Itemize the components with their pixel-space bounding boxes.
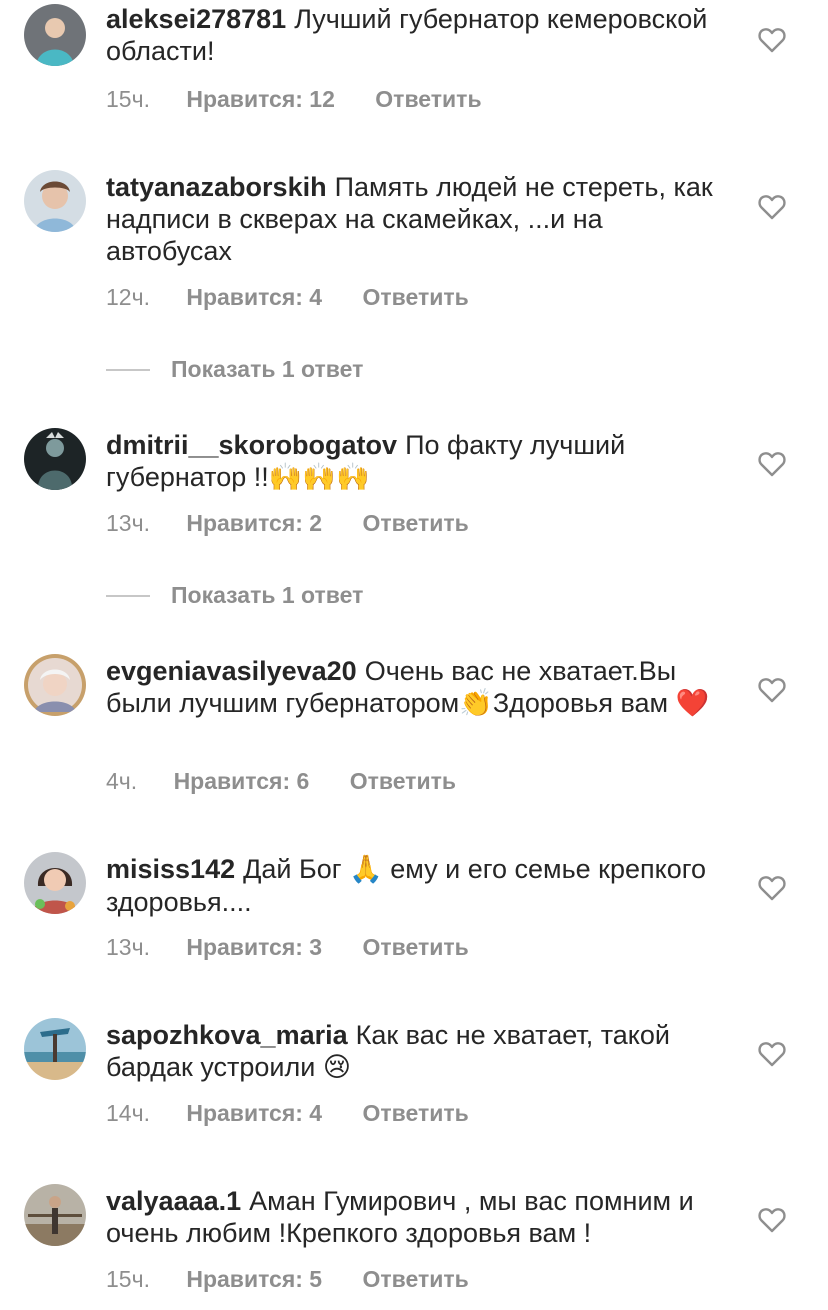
- comment-meta: 15ч. Нравится: 5 Ответить: [106, 1266, 469, 1293]
- comment-meta: 4ч. Нравится: 6 Ответить: [106, 768, 456, 795]
- comment-time: 13ч.: [106, 934, 150, 960]
- show-replies-button[interactable]: Показать 1 ответ: [106, 582, 363, 609]
- reply-button[interactable]: Ответить: [363, 934, 469, 960]
- like-heart-icon[interactable]: [758, 677, 786, 703]
- comment-text: evgeniavasilyeva20 Очень вас не хватает.В…: [106, 655, 736, 720]
- comment-likes[interactable]: Нравится: 6: [174, 768, 310, 794]
- comment-username[interactable]: evgeniavasilyeva20: [106, 656, 357, 686]
- comment-body-continued: Здоровья вам: [492, 688, 669, 718]
- comment-username[interactable]: tatyanazaborskih: [106, 172, 327, 202]
- avatar[interactable]: [24, 428, 86, 490]
- comment-meta: 13ч. Нравится: 2 Ответить: [106, 510, 469, 537]
- comment-meta: 15ч. Нравится: 12 Ответить: [106, 86, 482, 113]
- avatar[interactable]: [24, 1018, 86, 1080]
- raised-hands-emoji: 🙌🙌🙌: [268, 462, 370, 493]
- like-heart-icon[interactable]: [758, 1207, 786, 1233]
- comment-username[interactable]: valyaaaa.1: [106, 1186, 241, 1216]
- reply-button[interactable]: Ответить: [363, 510, 469, 536]
- clapping-hands-emoji: 👏: [459, 688, 493, 719]
- red-heart-emoji: ❤️: [675, 688, 710, 719]
- avatar[interactable]: [24, 170, 86, 232]
- reply-button[interactable]: Ответить: [350, 768, 456, 794]
- show-replies-button[interactable]: Показать 1 ответ: [106, 356, 363, 383]
- comment-likes[interactable]: Нравится: 12: [186, 86, 335, 112]
- replies-divider: [106, 368, 150, 371]
- like-heart-icon[interactable]: [758, 451, 786, 477]
- comment-likes[interactable]: Нравится: 5: [186, 1266, 322, 1292]
- like-heart-icon[interactable]: [758, 1041, 786, 1067]
- folded-hands-emoji: 🙏: [349, 854, 383, 885]
- like-heart-icon[interactable]: [758, 194, 786, 220]
- comment-body: Дай Бог: [243, 854, 342, 884]
- reply-button[interactable]: Ответить: [363, 1100, 469, 1126]
- show-replies-label: Показать 1 ответ: [171, 582, 364, 608]
- comment-username[interactable]: aleksei278781: [106, 4, 286, 34]
- comment-time: 13ч.: [106, 510, 150, 536]
- comment-text: sapozhkova_maria Как вас не хватает, тако…: [106, 1019, 736, 1084]
- avatar[interactable]: [24, 4, 86, 66]
- comment-text: misiss142 Дай Бог 🙏 ему и его семье крепк…: [106, 853, 736, 918]
- comment-likes[interactable]: Нравится: 2: [186, 510, 322, 536]
- avatar[interactable]: [24, 1184, 86, 1246]
- comment-text: tatyanazaborskih Память людей не стереть,…: [106, 171, 736, 267]
- reply-button[interactable]: Ответить: [363, 284, 469, 310]
- comment-time: 15ч.: [106, 86, 150, 112]
- comment-likes[interactable]: Нравится: 4: [186, 1100, 322, 1126]
- comment-time: 12ч.: [106, 284, 150, 310]
- like-heart-icon[interactable]: [758, 27, 786, 53]
- comment-username[interactable]: dmitrii__skorobogatov: [106, 430, 397, 460]
- like-heart-icon[interactable]: [758, 875, 786, 901]
- comment-meta: 13ч. Нравится: 3 Ответить: [106, 934, 469, 961]
- comment-text: aleksei278781 Лучший губернатор кемеровск…: [106, 3, 736, 67]
- avatar[interactable]: [24, 852, 86, 914]
- comment-username[interactable]: misiss142: [106, 854, 235, 884]
- comment-time: 14ч.: [106, 1100, 150, 1126]
- comment-likes[interactable]: Нравится: 3: [186, 934, 322, 960]
- crying-face-emoji: 😢: [322, 1052, 352, 1083]
- reply-button[interactable]: Ответить: [375, 86, 481, 112]
- comment-text: valyaaaa.1 Аман Гумирович , мы вас помним…: [106, 1185, 736, 1249]
- comment-meta: 12ч. Нравится: 4 Ответить: [106, 284, 469, 311]
- comment-time: 4ч.: [106, 768, 138, 794]
- comment-username[interactable]: sapozhkova_maria: [106, 1020, 348, 1050]
- comment-meta: 14ч. Нравится: 4 Ответить: [106, 1100, 469, 1127]
- comment-likes[interactable]: Нравится: 4: [186, 284, 322, 310]
- reply-button[interactable]: Ответить: [363, 1266, 469, 1292]
- show-replies-label: Показать 1 ответ: [171, 356, 364, 382]
- avatar[interactable]: [24, 654, 86, 716]
- comment-text: dmitrii__skorobogatov По факту лучший губ…: [106, 429, 736, 494]
- replies-divider: [106, 594, 150, 597]
- comment-time: 15ч.: [106, 1266, 150, 1292]
